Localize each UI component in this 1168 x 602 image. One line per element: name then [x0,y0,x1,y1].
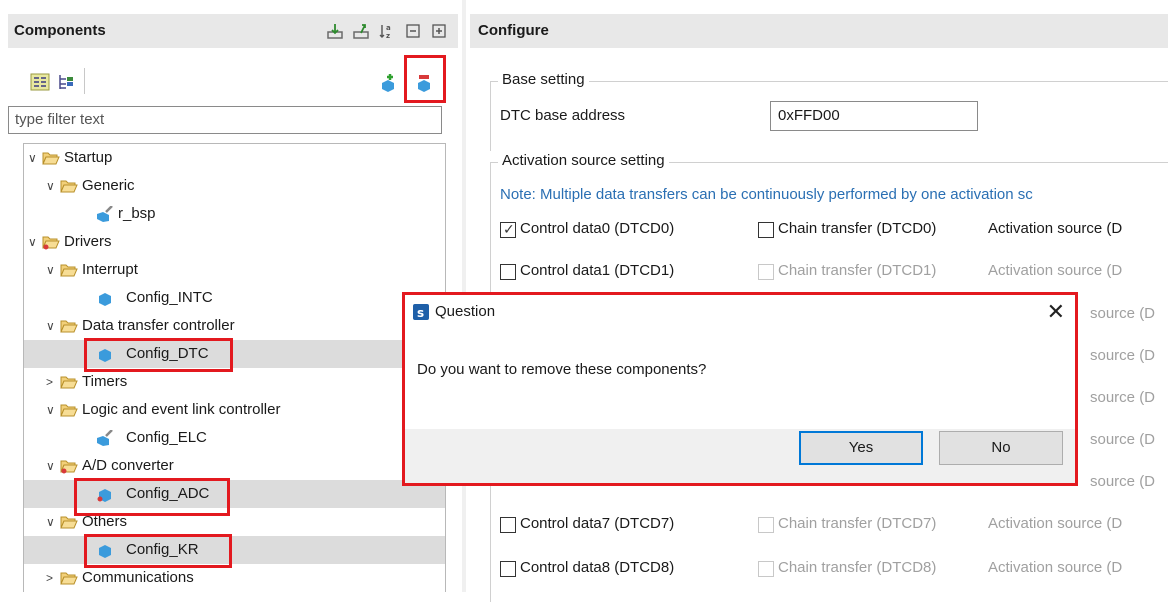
folder-open-icon [60,320,78,333]
tree-item-config-kr[interactable]: Config_KR [24,536,445,564]
chain-transfer8-checkbox [758,561,774,577]
activation-row: ✓ Control data0 (DTCD0) Chain transfer (… [500,218,1168,242]
tree-item-r-bsp[interactable]: r_bsp [24,200,445,228]
folder-open-icon [60,572,78,585]
chain-transfer1-checkbox [758,264,774,280]
folder-open-icon [42,236,60,250]
activation-source-label: source (D [1090,347,1156,364]
tree-item-interrupt[interactable]: ∨ Interrupt [24,256,445,284]
filter-input[interactable]: type filter text [8,106,442,134]
folder-open-icon [60,376,78,389]
tree-item-config-elc[interactable]: Config_ELC [24,424,445,452]
folder-open-icon [60,180,78,193]
question-dialog: s Question ✕ Do you want to remove these… [402,292,1078,486]
dtc-base-address-input[interactable]: 0xFFD00 [770,101,978,131]
base-setting-legend: Base setting [498,71,589,88]
component-icon [99,545,111,558]
activation-row: Control data8 (DTCD8) Chain transfer (DT… [500,557,1168,581]
no-button[interactable]: No [939,431,1063,465]
activation-row: Control data7 (DTCD7) Chain transfer (DT… [500,513,1168,537]
import-icon[interactable] [326,22,344,40]
tree-item-data-transfer-controller[interactable]: ∨ Data transfer controller [24,312,445,340]
svg-text:s: s [417,306,424,320]
component-icon [99,293,111,306]
activation-note: Note: Multiple data transfers can be con… [500,186,1033,203]
tree-item-config-intc[interactable]: Config_INTC [24,284,445,312]
folder-open-icon [60,516,78,529]
components-title: Components [14,22,106,39]
folder-open-icon [60,264,78,277]
collapse-all-icon[interactable] [404,22,422,40]
export-icon[interactable] [352,22,370,40]
dialog-message: Do you want to remove these components? [417,361,707,378]
close-icon[interactable]: ✕ [1047,299,1065,325]
tree-item-others[interactable]: ∨ Others [24,508,445,536]
dialog-title-bar[interactable]: s Question ✕ [405,295,1075,329]
tree-item-drivers[interactable]: ∨ Drivers [24,228,445,256]
yes-button[interactable]: Yes [799,431,923,465]
activation-source-label: source (D [1090,305,1156,322]
components-header: Components az [8,14,458,48]
activation-source-label: source (D [1090,389,1156,406]
activation-source-label: source (D [1090,431,1156,448]
sort-az-icon[interactable]: az [378,22,396,40]
component-tree[interactable]: ∨ Startup ∨ Generic r_bsp ∨ Drivers ∨ In… [23,143,446,592]
folder-open-icon [60,404,78,417]
dialog-message-area: Do you want to remove these components? [405,329,1075,429]
configure-header: Configure [470,14,1168,48]
tree-item-ad-converter[interactable]: ∨ A/D converter [24,452,445,480]
tree-item-config-adc[interactable]: Config_ADC [24,480,445,508]
remove-component-icon[interactable] [414,72,434,92]
component-error-icon [97,489,111,502]
toolbar-separator [84,68,85,94]
control-data7-checkbox[interactable] [500,517,516,533]
add-component-icon[interactable] [378,72,398,92]
control-data8-checkbox[interactable] [500,561,516,577]
hierarchy-view-icon[interactable] [56,72,76,92]
component-edit-icon [97,206,113,222]
chain-transfer7-checkbox [758,517,774,533]
tree-item-generic[interactable]: ∨ Generic [24,172,445,200]
folder-open-icon [60,460,78,474]
dtc-base-address-label: DTC base address [500,107,626,124]
expand-all-icon[interactable] [430,22,448,40]
components-panel: Components az type filter text ∨ Startup… [0,0,462,592]
dialog-title: Question [435,303,496,320]
tree-item-timers[interactable]: > Timers [24,368,445,396]
configure-title: Configure [478,22,549,39]
app-logo-icon: s [413,304,429,320]
tree-item-logic-event-link[interactable]: ∨ Logic and event link controller [24,396,445,424]
component-icon [99,349,111,362]
tree-item-communications[interactable]: > Communications [24,564,445,592]
activation-row: Control data1 (DTCD1) Chain transfer (DT… [500,260,1168,284]
svg-text:a: a [386,24,391,32]
components-header-tools: az [326,22,448,40]
tree-item-startup[interactable]: ∨ Startup [24,144,445,172]
tree-item-config-dtc[interactable]: Config_DTC [24,340,445,368]
activation-source-label: source (D [1090,473,1156,490]
control-data1-checkbox[interactable] [500,264,516,280]
svg-text:z: z [386,32,390,40]
control-data0-checkbox[interactable]: ✓ [500,221,516,238]
component-edit-icon [97,430,113,446]
chain-transfer0-checkbox[interactable] [758,222,774,238]
activation-source-legend: Activation source setting [498,152,669,169]
category-view-icon[interactable] [30,72,50,92]
folder-open-icon [42,152,60,165]
